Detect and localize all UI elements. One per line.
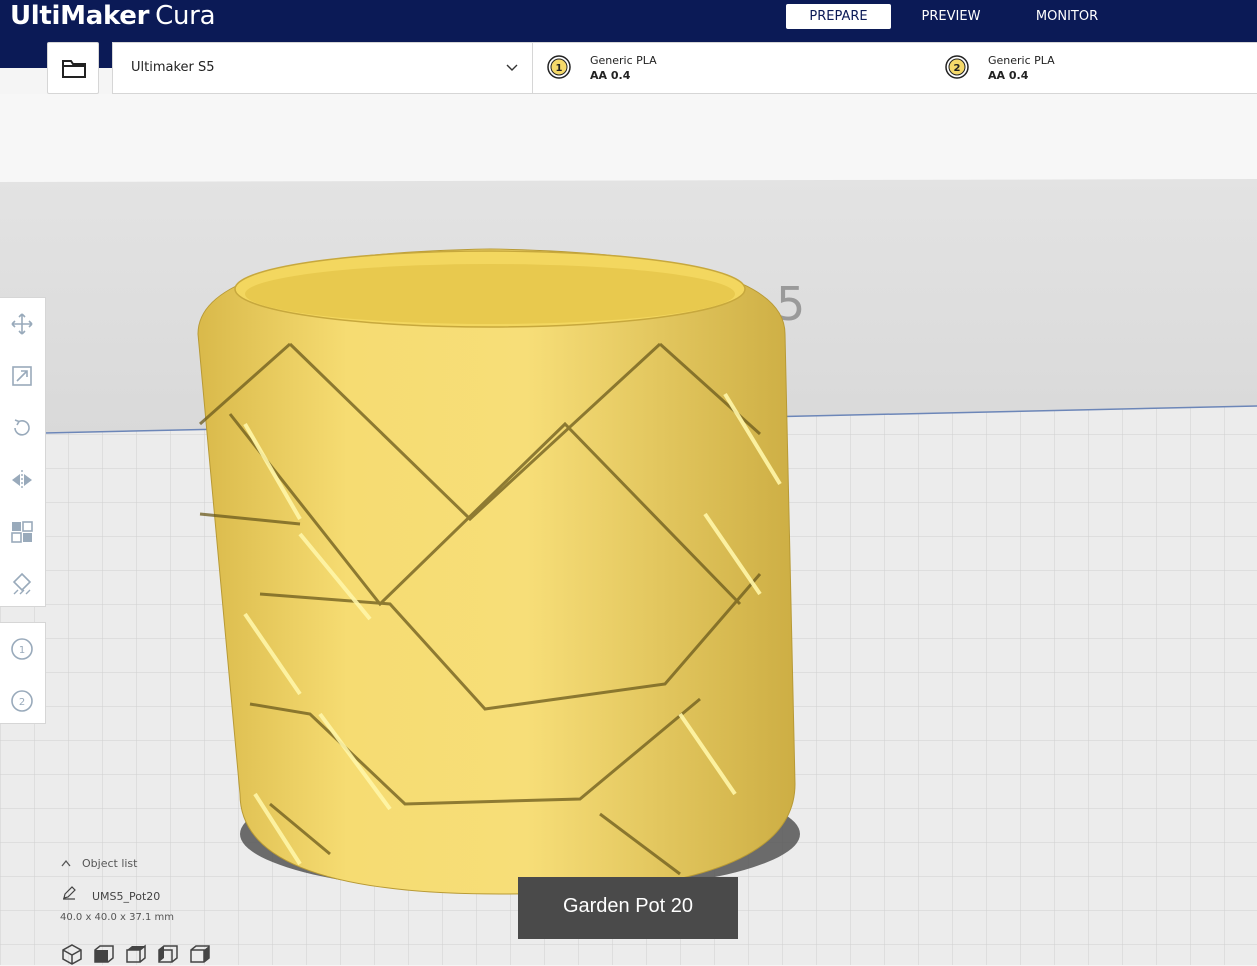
viewport-background — [0, 94, 1257, 184]
object-list-toggle[interactable]: Object list — [61, 857, 137, 870]
object-name: UMS5_Pot20 — [92, 890, 161, 903]
object-list-label: Object list — [82, 857, 138, 870]
extruder-tool-1-number: 1 — [19, 645, 25, 656]
printer-name: Ultimaker S5 — [131, 60, 215, 75]
app-logo: UltiMaker Cura — [10, 0, 216, 34]
stage-tabs: PREPARE PREVIEW MONITOR — [786, 4, 1123, 30]
view-front-icon[interactable] — [92, 942, 116, 966]
open-file-button[interactable] — [47, 42, 99, 94]
object-list-item[interactable]: UMS5_Pot20 — [62, 886, 160, 903]
model-tooltip: Garden Pot 20 — [518, 877, 738, 939]
extruder-1-nozzle: AA 0.4 — [590, 69, 631, 82]
view-left-icon[interactable] — [156, 942, 180, 966]
logo-product: Cura — [155, 1, 216, 31]
build-volume-scene: 5 — [0, 94, 1257, 965]
scale-icon[interactable] — [10, 364, 34, 388]
view-right-icon[interactable] — [188, 942, 212, 966]
per-model-settings-icon[interactable] — [10, 520, 34, 544]
view-top-icon[interactable] — [124, 942, 148, 966]
tab-prepare[interactable]: PREPARE — [786, 4, 891, 29]
extruder-1-material: Generic PLA — [590, 54, 657, 67]
extruder-1-number: 1 — [556, 63, 563, 74]
move-icon[interactable] — [10, 312, 34, 336]
support-blocker-icon[interactable] — [10, 572, 34, 596]
view-3d-icon[interactable] — [60, 942, 84, 966]
extruder-1-icon: 1 — [547, 55, 571, 79]
chevron-down-icon — [506, 64, 518, 71]
tab-monitor[interactable]: MONITOR — [1011, 4, 1123, 29]
extruder-tool-2-number: 2 — [19, 697, 25, 708]
extruder-1-select-icon[interactable]: 1 — [10, 637, 34, 661]
printer-configuration-bar: Ultimaker S5 1 Generic PLA AA 0.4 2 Gene… — [112, 42, 1257, 94]
tool-panel — [0, 297, 46, 607]
folder-icon — [62, 60, 86, 78]
extruder-2-number: 2 — [954, 63, 961, 74]
object-dimensions: 40.0 x 40.0 x 37.1 mm — [60, 912, 175, 923]
extruder-2-icon: 2 — [945, 55, 969, 79]
extruder-2-select-icon[interactable]: 2 — [10, 689, 34, 713]
chevron-up-icon — [61, 859, 71, 867]
rotate-icon[interactable] — [10, 416, 34, 440]
extruder-1-config[interactable]: 1 Generic PLA AA 0.4 — [547, 43, 927, 93]
mirror-icon[interactable] — [10, 468, 34, 492]
model-garden-pot[interactable] — [197, 248, 796, 895]
camera-view-buttons — [60, 942, 220, 966]
printer-selector[interactable]: Ultimaker S5 — [113, 43, 533, 93]
3d-viewport[interactable]: 5 — [0, 94, 1257, 965]
logo-brand: UltiMaker — [10, 1, 150, 31]
extruder-2-material: Generic PLA — [988, 54, 1055, 67]
extruder-tool-panel: 1 2 — [0, 622, 46, 724]
extruder-2-config[interactable]: 2 Generic PLA AA 0.4 — [945, 43, 1245, 93]
extruder-2-nozzle: AA 0.4 — [988, 69, 1029, 82]
tab-preview[interactable]: PREVIEW — [891, 4, 1011, 29]
pencil-icon[interactable] — [62, 886, 76, 900]
